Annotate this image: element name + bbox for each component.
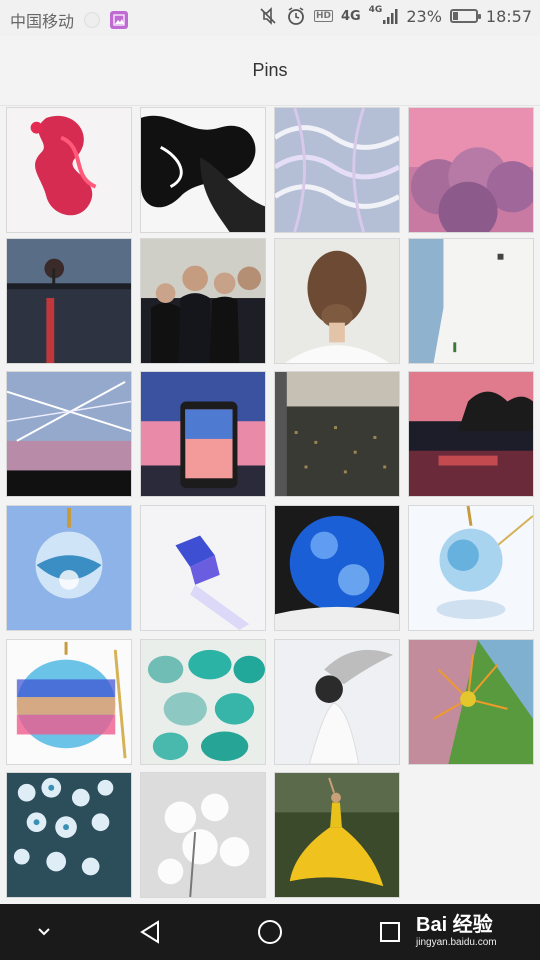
battery-percent: 23% bbox=[406, 6, 442, 26]
hd-icon: HD bbox=[313, 10, 333, 22]
page-title: Pins bbox=[252, 60, 288, 80]
pin-macro-flower[interactable] bbox=[408, 639, 534, 765]
pin-contrails-sky[interactable] bbox=[6, 371, 132, 497]
pin-pink-clouds[interactable] bbox=[408, 107, 534, 233]
back-icon[interactable] bbox=[132, 916, 168, 948]
pin-black-ink[interactable] bbox=[140, 107, 266, 233]
mute-icon bbox=[258, 6, 278, 26]
recents-icon[interactable] bbox=[372, 916, 408, 948]
battery-icon bbox=[449, 9, 481, 23]
chevron-down-icon[interactable] bbox=[26, 916, 62, 948]
alarm-icon bbox=[286, 6, 306, 26]
pin-lake-sunset[interactable] bbox=[6, 238, 132, 364]
pin-apple-pendant[interactable] bbox=[6, 639, 132, 765]
pin-dusk-street[interactable] bbox=[408, 371, 534, 497]
dot-icon bbox=[84, 12, 101, 28]
pin-resin-pendant[interactable] bbox=[408, 505, 534, 631]
clock: 18:57 bbox=[485, 6, 532, 26]
pin-yellow-dress[interactable] bbox=[274, 772, 400, 898]
pin-painted-stones[interactable] bbox=[140, 639, 266, 765]
pin-phone-sunset[interactable] bbox=[140, 371, 266, 497]
carrier-name: 中国移动 bbox=[10, 12, 75, 31]
pin-hair-bun[interactable] bbox=[274, 238, 400, 364]
system-nav-bar: Bai 经验 jingyan.baidu.com bbox=[0, 904, 540, 960]
watermark: Bai 经验 jingyan.baidu.com bbox=[416, 908, 526, 956]
pin-white-flowers[interactable] bbox=[140, 772, 266, 898]
pin-globe-pendant[interactable] bbox=[6, 505, 132, 631]
status-bar: 中国移动 HD 4G 4G 23% 18:57 bbox=[0, 0, 540, 36]
photo-notification-icon bbox=[110, 11, 129, 29]
pins-grid bbox=[0, 107, 540, 903]
pin-blue-blossoms[interactable] bbox=[6, 772, 132, 898]
pin-white-wall[interactable] bbox=[408, 238, 534, 364]
pin-pool-water[interactable] bbox=[274, 107, 400, 233]
pin-group-people[interactable] bbox=[140, 238, 266, 364]
pin-winged-girl[interactable] bbox=[274, 639, 400, 765]
network-4g-icon: 4G bbox=[340, 8, 361, 24]
watermark-url: jingyan.baidu.com bbox=[416, 937, 497, 948]
home-icon[interactable] bbox=[252, 916, 288, 948]
signal-icon: 4G bbox=[368, 5, 399, 25]
pin-red-ink[interactable] bbox=[6, 107, 132, 233]
pin-blue-orb[interactable] bbox=[274, 505, 400, 631]
app-header: Pins bbox=[0, 36, 540, 106]
battery-fill bbox=[452, 12, 459, 20]
pin-crystal-cube[interactable] bbox=[140, 505, 266, 631]
network-4g-small-label: 4G bbox=[368, 5, 383, 15]
pin-city-view[interactable] bbox=[274, 371, 400, 497]
watermark-logo: Bai 经验 bbox=[416, 914, 493, 936]
